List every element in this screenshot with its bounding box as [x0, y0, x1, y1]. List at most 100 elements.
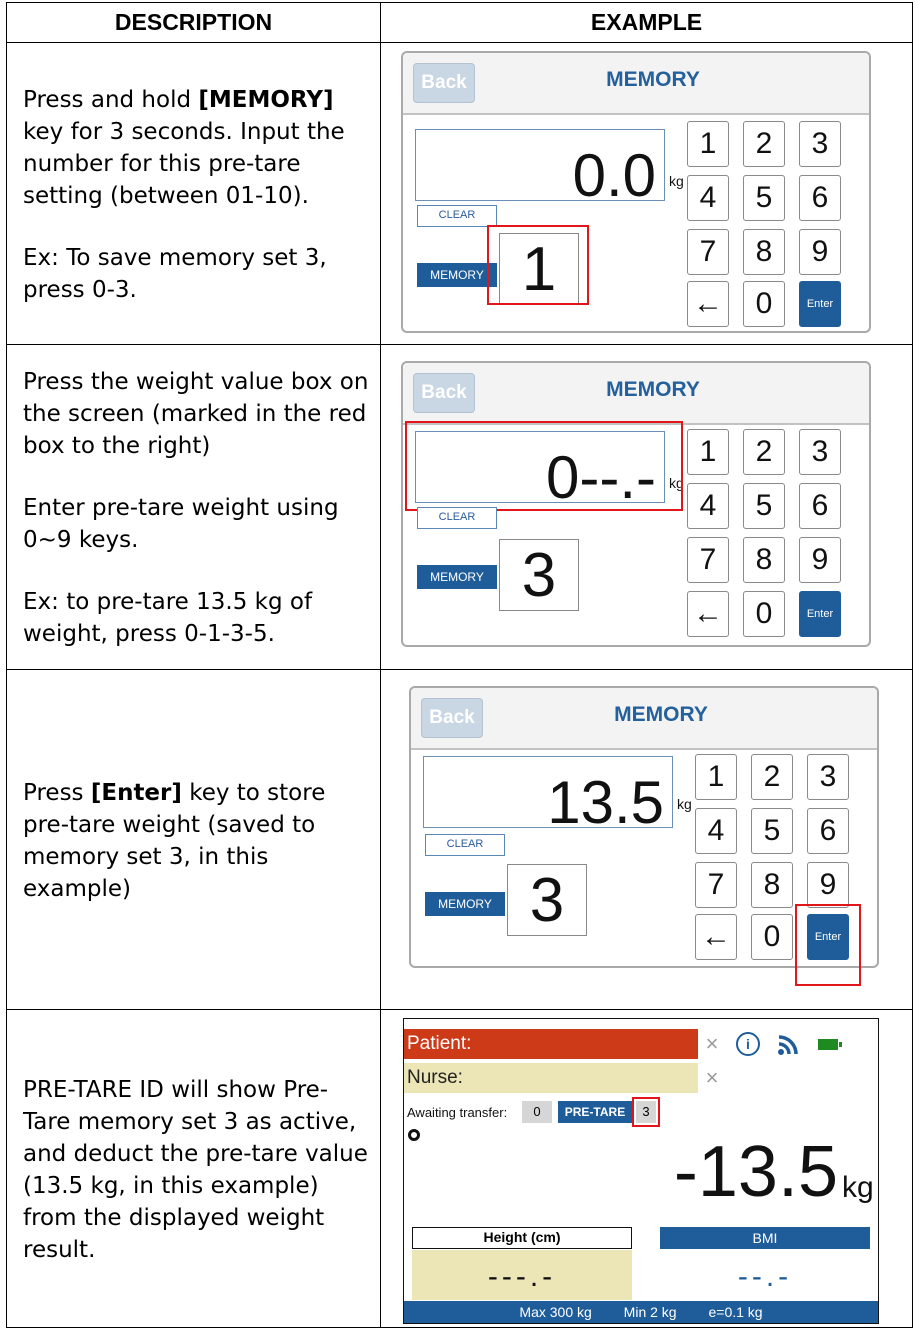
height-label: Height (cm) — [412, 1227, 632, 1249]
description-cell: PRE-TARE ID will show Pre-Tare memory se… — [6, 1009, 381, 1328]
backspace-key[interactable]: ← — [687, 281, 729, 327]
key-0[interactable]: 0 — [743, 281, 785, 327]
key-9[interactable]: 9 — [799, 229, 841, 275]
backspace-key[interactable]: ← — [695, 914, 737, 960]
key-6[interactable]: 6 — [799, 483, 841, 529]
key-5[interactable]: 5 — [751, 808, 793, 854]
key-4[interactable]: 4 — [687, 483, 729, 529]
patient-field[interactable]: Patient: — [404, 1029, 698, 1059]
panel-title: MEMORY — [614, 703, 708, 726]
key-0[interactable]: 0 — [743, 591, 785, 637]
key-5[interactable]: 5 — [743, 175, 785, 221]
key-1[interactable]: 1 — [687, 429, 729, 475]
step-text: Press [Enter] key to store pre-tare weig… — [23, 779, 326, 902]
weight-value: 0--.- — [546, 444, 656, 511]
back-button[interactable]: Back — [421, 698, 483, 738]
key-8[interactable]: 8 — [751, 862, 793, 908]
table-row: Press and hold [MEMORY] key for 3 second… — [6, 42, 913, 345]
clear-button[interactable]: CLEAR — [417, 205, 497, 227]
unit-label: kg — [669, 475, 684, 491]
key-4[interactable]: 4 — [695, 808, 737, 854]
key-6[interactable]: 6 — [799, 175, 841, 221]
memory-panel: Back MEMORY 0.0 kg CLEAR MEMORY 1 1 2 3 … — [401, 51, 871, 333]
description-cell: Press and hold [MEMORY] key for 3 second… — [6, 42, 381, 345]
key-1[interactable]: 1 — [687, 121, 729, 167]
weight-input[interactable]: 0.0 — [415, 129, 665, 206]
key-7[interactable]: 7 — [687, 537, 729, 583]
clear-button[interactable]: CLEAR — [417, 507, 497, 529]
back-button[interactable]: Back — [413, 373, 475, 413]
memory-button[interactable]: MEMORY — [425, 892, 505, 916]
wifi-icon — [778, 1035, 798, 1055]
memory-set-input[interactable]: 3 — [507, 864, 587, 936]
unit-label: kg — [669, 173, 684, 189]
backspace-key[interactable]: ← — [687, 591, 729, 637]
memory-set-input[interactable]: 3 — [499, 539, 579, 611]
example-cell: Back MEMORY 0.0 kg CLEAR MEMORY 1 1 2 3 … — [380, 42, 913, 345]
memory-panel: Back MEMORY 13.5 kg CLEAR MEMORY 3 1 2 3… — [409, 686, 879, 986]
bmi-label: BMI — [660, 1227, 870, 1249]
key-9[interactable]: 9 — [799, 537, 841, 583]
key-8[interactable]: 8 — [743, 229, 785, 275]
key-8[interactable]: 8 — [743, 537, 785, 583]
close-icon[interactable]: × — [701, 1064, 723, 1092]
weight-value: 13.5 — [547, 769, 664, 836]
header-example: EXAMPLE — [380, 2, 913, 43]
weight-display: -13.5 — [673, 1132, 838, 1212]
awaiting-transfer-label: Awaiting transfer: — [407, 1105, 508, 1120]
zero-indicator-icon — [408, 1129, 420, 1141]
key-9[interactable]: 9 — [807, 862, 849, 908]
awaiting-transfer-count: 0 — [522, 1101, 552, 1123]
step-text: Enter pre-tare weight using 0~9 keys. — [23, 495, 339, 553]
max-capacity: Max 300 kg — [519, 1304, 592, 1320]
step-text: PRE-TARE ID will show Pre-Tare memory se… — [23, 1076, 368, 1263]
description-cell: Press [Enter] key to store pre-tare weig… — [6, 669, 381, 1010]
pretare-id: 3 — [636, 1101, 656, 1123]
close-icon[interactable]: × — [701, 1030, 723, 1058]
key-3[interactable]: 3 — [799, 429, 841, 475]
description-cell: Press the weight value box on the screen… — [6, 344, 381, 670]
weight-input[interactable]: 13.5 — [423, 756, 673, 833]
weight-value: 0.0 — [572, 142, 656, 209]
enter-key[interactable]: Enter — [799, 591, 841, 637]
info-icon[interactable]: i — [736, 1032, 760, 1056]
table-row: PRE-TARE ID will show Pre-Tare memory se… — [6, 1009, 913, 1328]
key-0[interactable]: 0 — [751, 914, 793, 960]
enter-key[interactable]: Enter — [807, 914, 849, 960]
pretare-badge: PRE-TARE — [558, 1101, 632, 1123]
min-capacity: Min 2 kg — [623, 1304, 677, 1320]
key-2[interactable]: 2 — [743, 429, 785, 475]
table-row: Press the weight value box on the screen… — [6, 344, 913, 670]
example-text: Ex: To save memory set 3, press 0-3. — [23, 244, 327, 303]
key-7[interactable]: 7 — [695, 862, 737, 908]
key-2[interactable]: 2 — [743, 121, 785, 167]
nurse-field[interactable]: Nurse: — [404, 1063, 698, 1093]
step-text: Press and hold [MEMORY] key for 3 second… — [23, 86, 345, 209]
key-6[interactable]: 6 — [807, 808, 849, 854]
example-cell: Back MEMORY 13.5 kg CLEAR MEMORY 3 1 2 3… — [380, 669, 913, 1010]
division-value: e=0.1 kg — [708, 1304, 763, 1320]
key-3[interactable]: 3 — [807, 754, 849, 800]
memory-set-input[interactable]: 1 — [499, 233, 579, 305]
key-1[interactable]: 1 — [695, 754, 737, 800]
weight-unit: kg — [842, 1171, 874, 1204]
table-row: Press [Enter] key to store pre-tare weig… — [6, 669, 913, 1010]
memory-button[interactable]: MEMORY — [417, 263, 497, 287]
clear-button[interactable]: CLEAR — [425, 834, 505, 856]
panel-title: MEMORY — [606, 378, 700, 401]
example-cell: Patient: × Nurse: × i Awaiting transfer:… — [380, 1009, 913, 1328]
instruction-table: DESCRIPTION EXAMPLE Press and hold [MEMO… — [6, 2, 913, 1328]
memory-panel: Back MEMORY 0--.- kg CLEAR MEMORY 3 1 2 … — [401, 361, 871, 647]
memory-button[interactable]: MEMORY — [417, 565, 497, 589]
key-7[interactable]: 7 — [687, 229, 729, 275]
key-3[interactable]: 3 — [799, 121, 841, 167]
height-value[interactable]: ---.- — [412, 1250, 632, 1300]
key-4[interactable]: 4 — [687, 175, 729, 221]
battery-icon — [818, 1039, 842, 1050]
weight-input[interactable]: 0--.- — [415, 431, 665, 508]
panel-title: MEMORY — [606, 68, 700, 91]
back-button[interactable]: Back — [413, 63, 475, 103]
key-5[interactable]: 5 — [743, 483, 785, 529]
key-2[interactable]: 2 — [751, 754, 793, 800]
enter-key[interactable]: Enter — [799, 281, 841, 327]
